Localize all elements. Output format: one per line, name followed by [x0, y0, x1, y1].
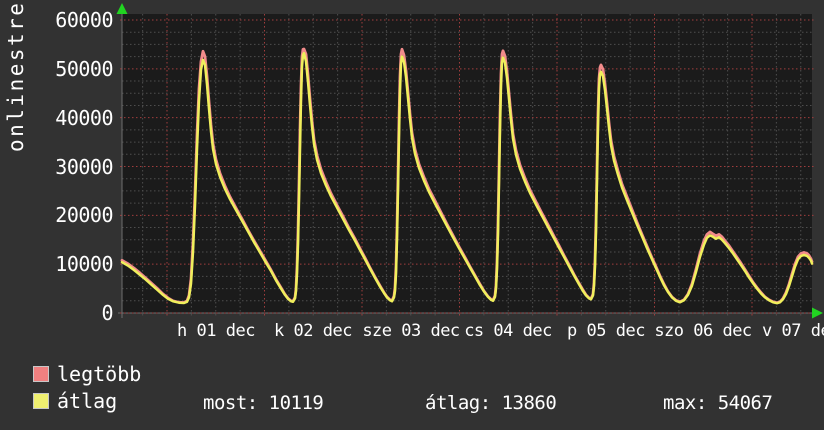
stat-atlag: átlag: 13860	[425, 392, 557, 414]
y-tick-label: 20000	[55, 203, 113, 228]
y-tick-label: 0	[101, 301, 113, 325]
legend-label-avg: átlag	[57, 389, 118, 413]
x-axis-arrow-icon	[812, 307, 823, 319]
y-tick-label: 10000	[55, 252, 113, 277]
y-tick-label: 30000	[55, 154, 113, 179]
y-axis-arrow-icon	[116, 3, 128, 14]
rrd-graph: onlinestream.live 0 10000 20000 30000 40000 5…	[0, 0, 824, 430]
stat-max: max: 54067	[663, 392, 773, 414]
legend-swatch-max	[33, 366, 49, 382]
y-tick-label: 40000	[55, 105, 113, 130]
legend-label-max: legtöbb	[57, 362, 142, 386]
y-tick-label: 60000	[55, 8, 113, 32]
stat-most: most: 10119	[203, 392, 324, 414]
y-tick-label: 50000	[55, 56, 113, 81]
plot-background	[122, 14, 812, 313]
legend-swatch-avg	[33, 393, 49, 409]
x-tick-label: v 07 dec	[762, 321, 824, 341]
